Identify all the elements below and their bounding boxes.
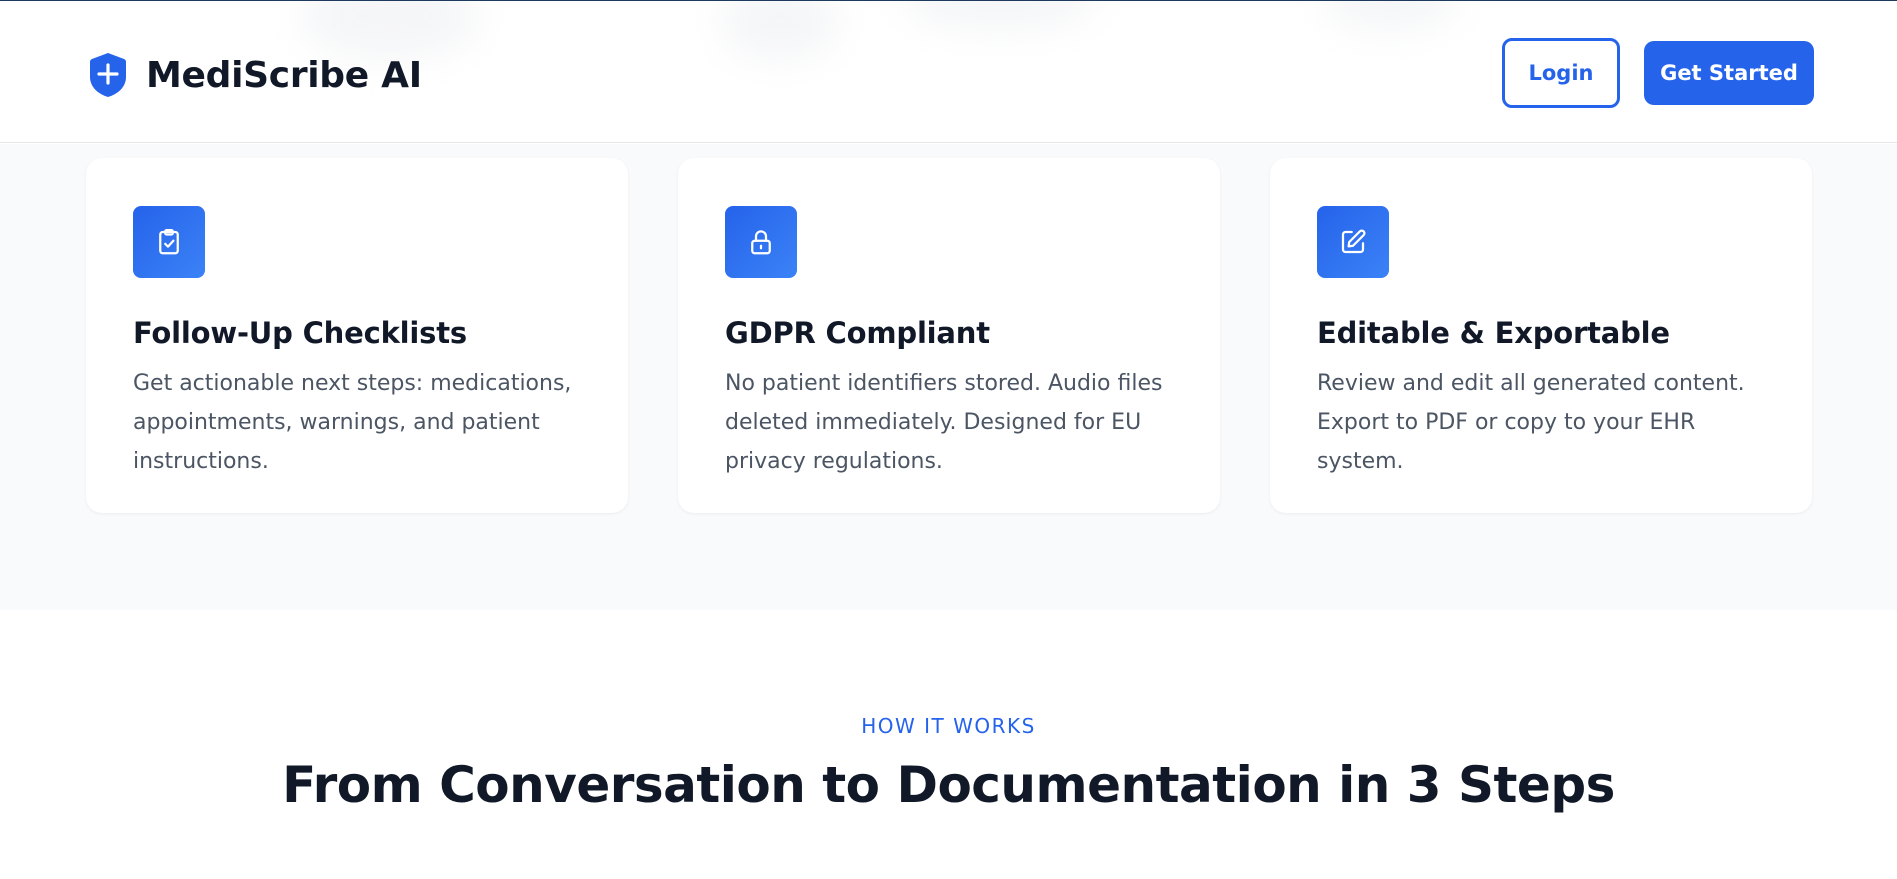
feature-card-follow-up: Follow-Up Checklists Get actionable next… <box>86 158 628 513</box>
clipboard-check-icon <box>159 229 179 255</box>
feature-description: No patient identifiers stored. Audio fil… <box>725 371 1163 474</box>
how-it-works-section: HOW IT WORKS From Conversation to Docume… <box>0 610 1897 879</box>
feature-card-gdpr: GDPR Compliant No patient identifiers st… <box>678 158 1220 513</box>
header-background-blob <box>1320 1 1460 31</box>
feature-description: Review and edit all generated content. E… <box>1317 371 1745 474</box>
section-title: From Conversation to Documentation in 3 … <box>282 756 1615 814</box>
feature-title: GDPR Compliant <box>725 316 990 350</box>
section-eyebrow: HOW IT WORKS <box>861 714 1036 738</box>
header-background-blob <box>900 1 1100 31</box>
header-background-blob <box>720 1 840 61</box>
feature-title: Editable & Exportable <box>1317 316 1670 350</box>
get-started-button[interactable]: Get Started <box>1644 41 1814 105</box>
brand-logo[interactable]: MediScribe AI <box>88 51 422 99</box>
feature-icon-badge <box>725 206 797 278</box>
edit-icon <box>1341 229 1366 254</box>
shield-plus-icon <box>90 53 126 97</box>
login-button[interactable]: Login <box>1502 38 1620 108</box>
lock-icon <box>751 230 771 255</box>
feature-card-editable: Editable & Exportable Review and edit al… <box>1270 158 1812 513</box>
site-header: MediScribe AI Login Get Started <box>0 1 1897 143</box>
feature-title: Follow-Up Checklists <box>133 316 467 350</box>
features-section: Follow-Up Checklists Get actionable next… <box>0 144 1897 610</box>
feature-icon-badge <box>1317 206 1389 278</box>
feature-icon-badge <box>133 206 205 278</box>
feature-description: Get actionable next steps: medications, … <box>133 371 572 474</box>
brand-name: MediScribe AI <box>146 54 422 96</box>
